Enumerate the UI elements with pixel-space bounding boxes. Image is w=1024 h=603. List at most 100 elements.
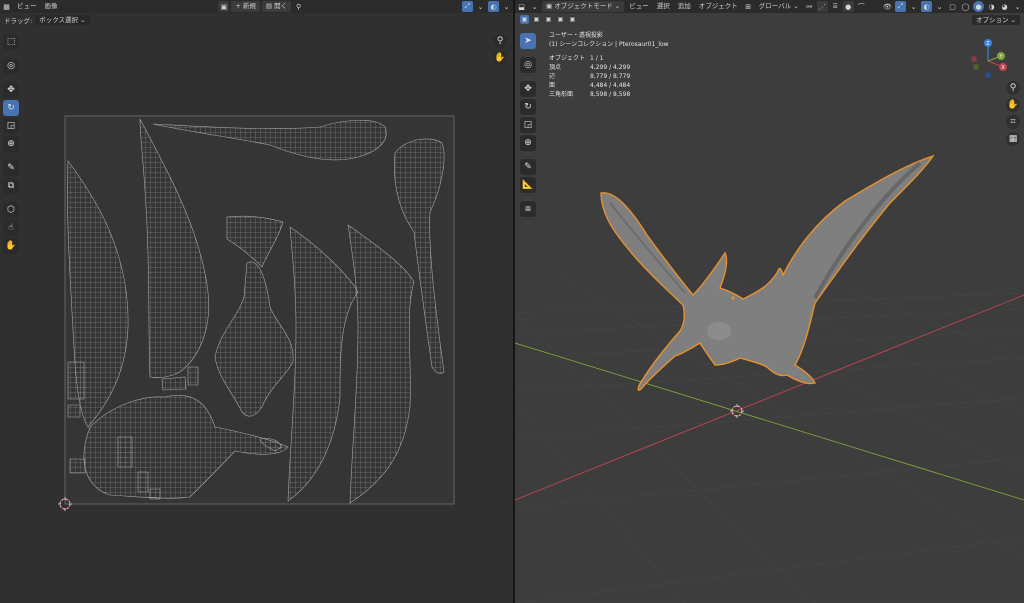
zoom-icon[interactable]: ⚲ (1006, 81, 1020, 95)
menu-view[interactable]: ビュー (13, 1, 41, 12)
open-image-button[interactable]: ▤ 開く (261, 1, 292, 12)
snap-target-icon[interactable]: ⌸ (830, 1, 841, 12)
relax-tool[interactable]: ☝ (3, 220, 19, 236)
shading-solid-icon[interactable]: ● (973, 1, 984, 12)
uv-editor-header: ▦ ビュー 画像 ▣ + 新規 ▤ 開く ⚲ ⤢ ⌄ ◐ ⌄ (0, 0, 513, 13)
chevron-down-icon[interactable]: ⌄ (501, 1, 512, 12)
proportional-edit-icon[interactable]: ● (842, 1, 854, 12)
scale-tool[interactable]: ◲ (520, 117, 536, 133)
menu-select[interactable]: 選択 (653, 1, 674, 12)
select-invert-icon[interactable]: ▣ (556, 15, 565, 24)
rip-tool[interactable]: ⧉ (3, 178, 19, 194)
stat-value: 1 / 1 (590, 55, 604, 62)
chevron-down-icon[interactable]: ⌄ (529, 1, 540, 12)
gizmo-toggle-icon[interactable]: ⤢ (462, 1, 474, 12)
view-name: ユーザー・透視投影 (549, 32, 603, 39)
3d-viewport[interactable]: ユーザー・透視投影 (1) シーンコレクション | Pterosaur01_lo… (515, 13, 1024, 603)
scale-tool[interactable]: ◲ (3, 118, 19, 134)
transform-tool[interactable]: ⊕ (520, 135, 536, 151)
mode-dropdown[interactable]: ▣ オブジェクトモード ⌄ (542, 1, 625, 12)
overlay-toggle-icon[interactable]: ◐ (921, 1, 932, 12)
stat-row: 頂点 4,299 / 4,299 (549, 63, 669, 72)
shading-material-icon[interactable]: ◑ (986, 1, 997, 12)
shading-wireframe-icon[interactable]: ◯ (960, 1, 971, 12)
annotate-tool[interactable]: ✎ (3, 160, 19, 176)
cursor-tool[interactable]: ◎ (3, 58, 19, 74)
snap-icon[interactable]: ⋰ (816, 1, 828, 12)
pivot-icon[interactable]: ⚯ (804, 1, 815, 12)
editor-type-icon[interactable]: ⬓ (516, 1, 527, 12)
uv-editor[interactable]: ⬚ ◎ ✥ ↻ ◲ ⊕ ✎ ⧉ ⬡ ☝ ✋ ⚲ ✋ (0, 27, 513, 603)
stat-row: オブジェクト 1 / 1 (549, 54, 669, 63)
chevron-down-icon[interactable]: ⌄ (934, 1, 945, 12)
drag-label: ドラッグ: (4, 17, 33, 25)
select-subtract-icon[interactable]: ▣ (544, 15, 553, 24)
stat-label: 辺 (549, 73, 556, 80)
pan-hand-icon[interactable]: ✋ (1006, 98, 1020, 112)
pinch-icon: ✋ (5, 241, 17, 251)
move-tool[interactable]: ✥ (520, 81, 536, 97)
chevron-down-icon[interactable]: ⌄ (908, 1, 919, 12)
uv-canvas[interactable] (0, 27, 513, 603)
gizmo-toggle-icon[interactable]: ⤢ (895, 1, 906, 12)
overlay-toggle-icon[interactable]: ◐ (488, 1, 500, 12)
select-box-tool[interactable]: ⬚ (3, 34, 19, 50)
xray-icon[interactable]: ▢ (947, 1, 958, 12)
image-browse-icon[interactable]: ▣ (218, 1, 230, 12)
annotate-tool[interactable]: ✎ (520, 159, 536, 175)
viewport-header: ⬓ ⌄ ▣ オブジェクトモード ⌄ ビュー 選択 追加 オブジェクト ⊞ グロー… (515, 0, 1024, 13)
camera-icon[interactable]: ⌗ (1006, 115, 1020, 129)
new-image-button[interactable]: + 新規 (231, 1, 260, 12)
stat-value: 8,779 / 8,779 (590, 73, 631, 80)
visibility-icon[interactable]: 👁 (882, 1, 893, 12)
select-mode-icons: ▣ ▣ ▣ ▣ ▣ (519, 15, 578, 24)
viewport-canvas[interactable] (515, 13, 1024, 603)
select-intersect-icon[interactable]: ▣ (568, 15, 577, 24)
editor-type-icon[interactable]: ▦ (1, 1, 12, 12)
rotate-tool[interactable]: ↻ (3, 100, 19, 116)
pinch-tool[interactable]: ✋ (3, 238, 19, 254)
stat-row: 辺 8,779 / 8,779 (549, 72, 669, 81)
pin-icon[interactable]: ⚲ (293, 1, 304, 12)
gizmo-x-label: X (1001, 65, 1005, 71)
orientation-icon[interactable]: ⊞ (743, 1, 754, 12)
pan-hand-icon[interactable]: ✋ (493, 51, 507, 65)
cursor-arrow-icon: ➤ (524, 36, 532, 46)
menu-add[interactable]: 追加 (674, 1, 695, 12)
object-origin (731, 296, 735, 300)
options-dropdown[interactable]: オプション ⌄ (971, 15, 1020, 25)
grid-icon[interactable]: ▦ (1006, 132, 1020, 146)
cursor-arrow-icon: ⬚ (6, 37, 16, 47)
chevron-down-icon[interactable]: ⌄ (475, 1, 486, 12)
select-new-icon[interactable]: ▣ (520, 15, 529, 24)
menu-view[interactable]: ビュー (625, 1, 653, 12)
falloff-icon[interactable]: ⌒ (856, 1, 867, 12)
transform-orientation-dropdown[interactable]: グローバル ⌄ (755, 1, 803, 12)
navigation-gizmo[interactable]: Z X Y (966, 37, 1010, 81)
pencil-icon: ✎ (7, 163, 15, 173)
zoom-icon[interactable]: ⚲ (493, 34, 507, 48)
add-cube-icon: ⧈ (525, 204, 531, 214)
uv-toolbar: ⬚ ◎ ✥ ↻ ◲ ⊕ ✎ ⧉ ⬡ ☝ ✋ (3, 34, 19, 254)
transform-tool[interactable]: ⊕ (3, 136, 19, 152)
uv-island-piece (67, 404, 81, 418)
viewport-navigation: ⚲ ✋ ⌗ ▦ (1006, 81, 1020, 146)
cursor-tool[interactable]: ◎ (520, 57, 536, 73)
shading-rendered-icon[interactable]: ◕ (999, 1, 1010, 12)
add-cube-tool[interactable]: ⧈ (520, 201, 536, 217)
select-extend-icon[interactable]: ▣ (532, 15, 541, 24)
rotate-tool[interactable]: ↻ (520, 99, 536, 115)
pterosaur-body[interactable] (600, 154, 935, 391)
pterosaur-mesh[interactable] (600, 154, 935, 391)
menu-object[interactable]: オブジェクト (695, 1, 742, 12)
move-tool[interactable]: ✥ (3, 82, 19, 98)
uv-island-piece (69, 458, 86, 474)
transform-icon: ⊕ (7, 139, 15, 149)
drag-mode-dropdown[interactable]: ボックス選択 ⌄ (35, 15, 90, 25)
menu-image[interactable]: 画像 (41, 1, 62, 12)
select-box-tool[interactable]: ➤ (520, 33, 536, 49)
chevron-down-icon[interactable]: ⌄ (1012, 1, 1023, 12)
grab-tool[interactable]: ⬡ (3, 202, 19, 218)
measure-tool[interactable]: 📐 (520, 177, 536, 193)
rip-icon: ⧉ (7, 181, 15, 191)
